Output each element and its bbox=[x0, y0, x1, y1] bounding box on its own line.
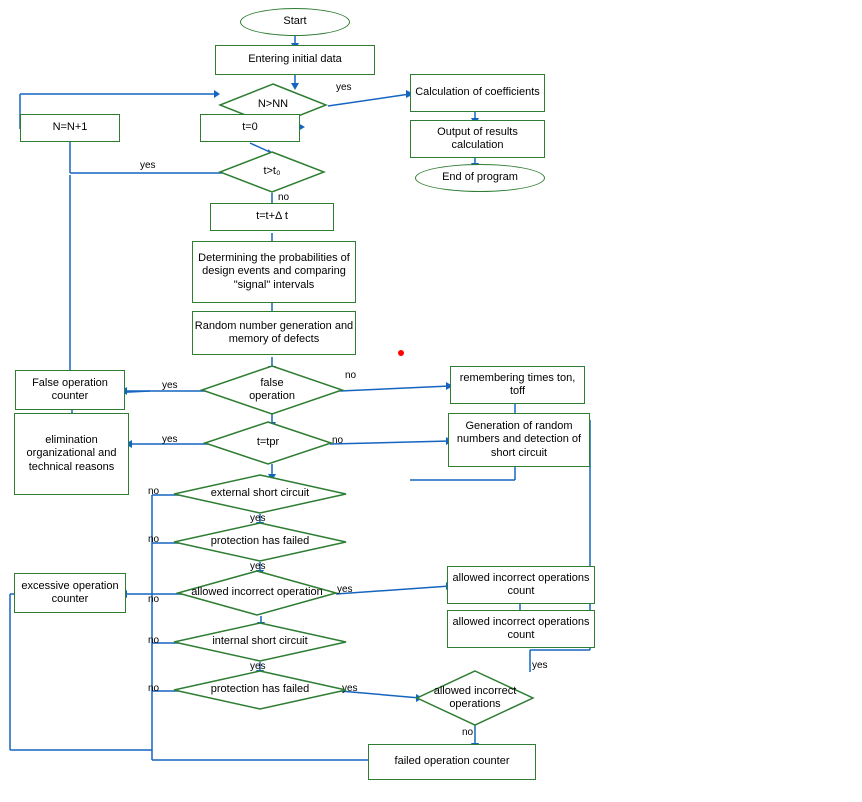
prot-failed1-label: protection has failed bbox=[209, 533, 311, 550]
n-nn-label: N>NN bbox=[256, 96, 290, 113]
int-short-label: internal short circuit bbox=[210, 633, 309, 650]
entering-label: Entering initial data bbox=[248, 53, 342, 66]
allow-incorr-count2-node: allowed incorrect operations count bbox=[447, 610, 595, 648]
end-program-node: End of program bbox=[415, 164, 545, 192]
label-no-protfailed2: no bbox=[148, 683, 159, 694]
det-prob-label: Determining the probabilities of design … bbox=[193, 252, 355, 292]
allow-incorr-count2-label: allowed incorrect operations count bbox=[448, 616, 594, 642]
excess-counter-label: excessive operation counter bbox=[15, 580, 125, 606]
output-results-label: Output of results calculation bbox=[411, 126, 544, 152]
t0-node: t=0 bbox=[200, 114, 300, 142]
t-t0-label: t>t₀ bbox=[261, 163, 282, 180]
allow-incorr2-label: allowed incorrect operations bbox=[415, 683, 535, 713]
start-node: Start bbox=[240, 8, 350, 36]
output-results-node: Output of results calculation bbox=[410, 120, 545, 158]
label-no-false: no bbox=[345, 370, 356, 381]
rand-gen-label: Random number generation and memory of d… bbox=[193, 320, 355, 346]
end-program-label: End of program bbox=[442, 171, 518, 184]
false-op-node: falseoperation bbox=[200, 364, 344, 416]
label-no-allowincorr: no bbox=[148, 594, 159, 605]
elim-node: elimination organizational and technical… bbox=[14, 413, 129, 495]
n-eq-node: N=N+1 bbox=[20, 114, 120, 142]
flowchart: yes no yes no yes no yes no no yes no ye… bbox=[0, 0, 862, 802]
label-no-protfailed1: no bbox=[148, 534, 159, 545]
prot-failed2-node: protection has failed bbox=[172, 669, 348, 711]
red-dot bbox=[398, 350, 404, 356]
allow-incorr2-node: allowed incorrect operations bbox=[415, 669, 535, 727]
label-yes-allowincorr: yes bbox=[337, 584, 353, 595]
label-no-extshort: no bbox=[148, 486, 159, 497]
allow-incorr-count1-node: allowed incorrect operations count bbox=[447, 566, 595, 604]
label-no-ttpr: no bbox=[332, 435, 343, 446]
t-tpr-label: t=tpr bbox=[255, 434, 281, 451]
label-no-intshort: no bbox=[148, 635, 159, 646]
false-counter-label: False operation counter bbox=[16, 377, 124, 403]
t-tpr-node: t=tpr bbox=[203, 420, 333, 466]
excess-counter-node: excessive operation counter bbox=[14, 573, 126, 613]
t-t0-node: t>t₀ bbox=[218, 150, 326, 194]
rand-gen-node: Random number generation and memory of d… bbox=[192, 311, 356, 355]
prot-failed1-node: protection has failed bbox=[172, 521, 348, 563]
ext-short-label: external short circuit bbox=[209, 485, 311, 502]
allow-incorr-node: allowed incorrect operation bbox=[176, 569, 338, 617]
false-op-label: falseoperation bbox=[247, 375, 297, 405]
label-no-allowincorr2: no bbox=[462, 727, 473, 738]
det-prob-node: Determining the probabilities of design … bbox=[192, 241, 356, 303]
t-dt-label: t=t+Δ t bbox=[256, 210, 288, 223]
gen-rand-short-label: Generation of random numbers and detecti… bbox=[449, 420, 589, 460]
entering-node: Entering initial data bbox=[215, 45, 375, 75]
calc-coeff-node: Calculation of coefficients bbox=[410, 74, 545, 112]
t0-label: t=0 bbox=[242, 121, 258, 134]
allow-incorr-label: allowed incorrect operation bbox=[189, 584, 324, 601]
remember-times-node: remembering times ton, toff bbox=[450, 366, 585, 404]
label-yes-tt0: yes bbox=[140, 160, 156, 171]
elim-label: elimination organizational and technical… bbox=[15, 434, 128, 474]
failed-counter-node: failed operation counter bbox=[368, 744, 536, 780]
start-label: Start bbox=[283, 15, 306, 28]
allow-incorr-count1-label: allowed incorrect operations count bbox=[448, 572, 594, 598]
int-short-node: internal short circuit bbox=[172, 621, 348, 663]
t-dt-node: t=t+Δ t bbox=[210, 203, 334, 231]
calc-coeff-label: Calculation of coefficients bbox=[415, 86, 540, 99]
remember-times-label: remembering times ton, toff bbox=[451, 372, 584, 398]
ext-short-node: external short circuit bbox=[172, 473, 348, 515]
label-yes-false: yes bbox=[162, 380, 178, 391]
n-eq-label: N=N+1 bbox=[53, 121, 88, 134]
label-yes-nnn: yes bbox=[336, 82, 352, 93]
label-yes-ttpr: yes bbox=[162, 434, 178, 445]
gen-rand-short-node: Generation of random numbers and detecti… bbox=[448, 413, 590, 467]
prot-failed2-label: protection has failed bbox=[209, 681, 311, 698]
false-counter-node: False operation counter bbox=[15, 370, 125, 410]
failed-counter-label: failed operation counter bbox=[395, 755, 510, 768]
